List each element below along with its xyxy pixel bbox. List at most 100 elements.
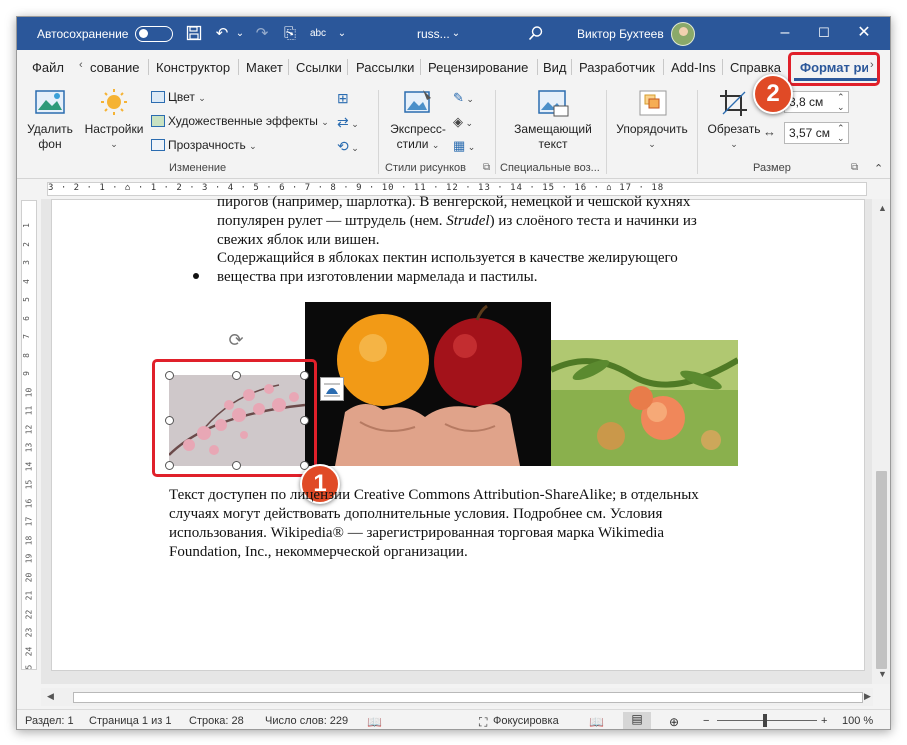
collapse-ribbon-icon[interactable]: ⌃ <box>874 162 883 175</box>
zoom-out-icon[interactable]: − <box>703 715 709 727</box>
status-section[interactable]: Раздел: 1 <box>25 715 74 727</box>
license-line: Текст доступен по лицензии Creative Comm… <box>169 487 699 503</box>
width-input[interactable]: 3,57 см <box>784 122 849 144</box>
compress-pictures-icon[interactable]: ⊞ <box>337 90 349 107</box>
callout-highlight-tab <box>788 52 880 86</box>
ruler-tick-label: 24 <box>24 646 34 656</box>
print-layout-icon[interactable]: ▤ <box>623 712 651 729</box>
vertical-scrollbar[interactable]: ▲ ▼ <box>872 199 890 684</box>
quick-styles-button[interactable]: Экспресс- стили ⌄ <box>387 88 449 153</box>
tab-draw[interactable]: сование <box>90 60 140 75</box>
ruler-tick-label: 3 <box>21 260 31 265</box>
zoom-in-icon[interactable]: + <box>821 715 827 727</box>
tab-help[interactable]: Справка <box>730 60 781 75</box>
scroll-up-icon: ▲ <box>878 203 887 213</box>
zoom-slider[interactable] <box>717 720 817 721</box>
horizontal-scrollbar[interactable]: ◀ ▶ <box>41 688 873 706</box>
vertical-ruler[interactable]: 1 2 3 4 5 6 7 8 9 10 11 12 13 14 15 16 17 18 19 20 21 22 23 24 2… <box>21 200 37 670</box>
undo-dropdown-icon[interactable]: ⌄ <box>231 25 249 43</box>
document-name[interactable]: russ... <box>417 27 450 41</box>
width-icon: ↔ <box>763 124 776 139</box>
horizontal-scroll-thumb[interactable] <box>73 692 863 703</box>
tab-file[interactable]: Файл <box>32 60 64 75</box>
user-name[interactable]: Виктор Бухтеев <box>577 27 664 41</box>
minimize-button[interactable]: – <box>773 22 797 44</box>
status-words[interactable]: Число слов: 229 <box>265 715 348 727</box>
tab-view[interactable]: Вид <box>543 60 567 75</box>
ruler-tick-label: 19 <box>24 553 34 564</box>
artistic-effects-icon <box>151 115 165 127</box>
proofing-icon[interactable]: 📖 <box>367 715 382 729</box>
ruler-tick-label: 10 <box>24 387 34 397</box>
status-page[interactable]: Страница 1 из 1 <box>89 715 171 727</box>
reset-picture-icon[interactable]: ⟲ ⌄ <box>337 138 359 155</box>
focus-icon[interactable]: ⛶ <box>479 715 487 729</box>
license-line: случаях могут действовать дополнительные… <box>169 506 663 522</box>
close-button[interactable]: ✕ <box>852 22 876 44</box>
color-button[interactable]: Цвет ⌄ <box>151 90 206 104</box>
ruler-tick-label: 13 <box>24 442 34 453</box>
redo-icon[interactable]: ↷ <box>253 25 271 43</box>
sun-icon <box>101 89 127 115</box>
picture-border-icon[interactable]: ✎ ⌄ <box>453 90 474 106</box>
ruler-tick-label: 1 <box>21 223 31 228</box>
change-picture-icon[interactable]: ⇄ ⌄ <box>337 114 359 131</box>
spelling-icon[interactable]: abc <box>309 25 327 43</box>
size-dialog-launcher-icon[interactable]: ⧉ <box>851 162 858 173</box>
paragraph-line: популярен рулет — штрудель (нем. Strudel… <box>217 213 697 229</box>
tab-addins[interactable]: Add-Ins <box>671 60 716 75</box>
license-line: Foundation, Inc., некоммерческой организ… <box>169 544 468 560</box>
maximize-button[interactable]: ☐ <box>812 22 836 44</box>
corrections-button[interactable]: Настройки ⌄ <box>83 88 145 152</box>
alt-text-icon <box>538 90 569 117</box>
rotate-handle-icon[interactable]: ⟳ <box>226 330 246 350</box>
autosave-toggle[interactable] <box>135 26 173 42</box>
artistic-effects-button[interactable]: Художественные эффекты ⌄ <box>151 114 329 128</box>
callout-badge-2: 2 <box>753 74 793 114</box>
customize-qat-icon[interactable]: ⌄ <box>333 25 351 43</box>
scroll-down-icon: ▼ <box>878 669 887 679</box>
tab-review[interactable]: Рецензирование <box>428 60 528 75</box>
ruler-tick-label: 17 <box>24 516 34 527</box>
read-mode-icon[interactable]: 📖 <box>589 715 604 729</box>
save-icon[interactable] <box>185 25 203 43</box>
tab-layout[interactable]: Макет <box>246 60 283 75</box>
web-layout-icon[interactable]: ⊕ <box>669 715 679 729</box>
bullet-line: Содержащийся в яблоках пектин использует… <box>217 250 678 266</box>
format-painter-icon[interactable]: ⎘ <box>281 25 299 43</box>
image-peaches[interactable] <box>551 340 738 466</box>
zoom-level[interactable]: 100 % <box>842 715 873 727</box>
styles-dialog-launcher-icon[interactable]: ⧉ <box>483 162 490 173</box>
tabs-scroll-left-icon[interactable]: ‹ <box>79 59 83 71</box>
group-adjust-label: Изменение <box>169 162 227 174</box>
ruler-tick-label: 8 <box>21 352 31 358</box>
tab-design[interactable]: Конструктор <box>156 60 230 75</box>
layout-options-icon <box>324 383 340 397</box>
scroll-right-icon: ▶ <box>864 691 871 701</box>
vertical-scroll-thumb[interactable] <box>876 471 887 669</box>
ruler-tick-label: 4 <box>21 278 31 284</box>
ruler-tick-label: 22 <box>24 609 34 619</box>
search-icon[interactable] <box>527 25 545 43</box>
tab-references[interactable]: Ссылки <box>296 60 342 75</box>
transparency-button[interactable]: Прозрачность ⌄ <box>151 138 257 152</box>
group-accessibility-label: Специальные воз... <box>500 162 600 174</box>
title-bar: Автосохранение ↶ ⌄ ↷ ⎘ abc ⌄ russ... ⌄ В… <box>17 17 890 50</box>
alt-text-button[interactable]: Замещающий текст <box>505 88 601 152</box>
doc-name-chevron-icon[interactable]: ⌄ <box>447 25 465 43</box>
word-window: Автосохранение ↶ ⌄ ↷ ⎘ abc ⌄ russ... ⌄ В… <box>16 16 891 730</box>
picture-effects-icon[interactable]: ◈ ⌄ <box>453 114 473 130</box>
user-avatar[interactable] <box>671 22 695 46</box>
tab-developer[interactable]: Разработчик <box>579 60 655 75</box>
arrange-button[interactable]: Упорядочить ⌄ <box>613 88 691 152</box>
focus-mode-button[interactable]: Фокусировка <box>493 715 559 727</box>
picture-layout-icon[interactable]: ▦ ⌄ <box>453 138 475 154</box>
undo-icon[interactable]: ↶ <box>213 25 231 43</box>
layout-options-button[interactable] <box>320 377 344 401</box>
tab-mailings[interactable]: Рассылки <box>356 60 414 75</box>
remove-background-button[interactable]: Удалить фон <box>25 88 75 152</box>
height-input[interactable]: 3,8 см <box>784 91 849 113</box>
status-line[interactable]: Строка: 28 <box>189 715 244 727</box>
zoom-slider-thumb[interactable] <box>763 714 767 727</box>
ruler-tick-label: 14 <box>24 461 34 471</box>
